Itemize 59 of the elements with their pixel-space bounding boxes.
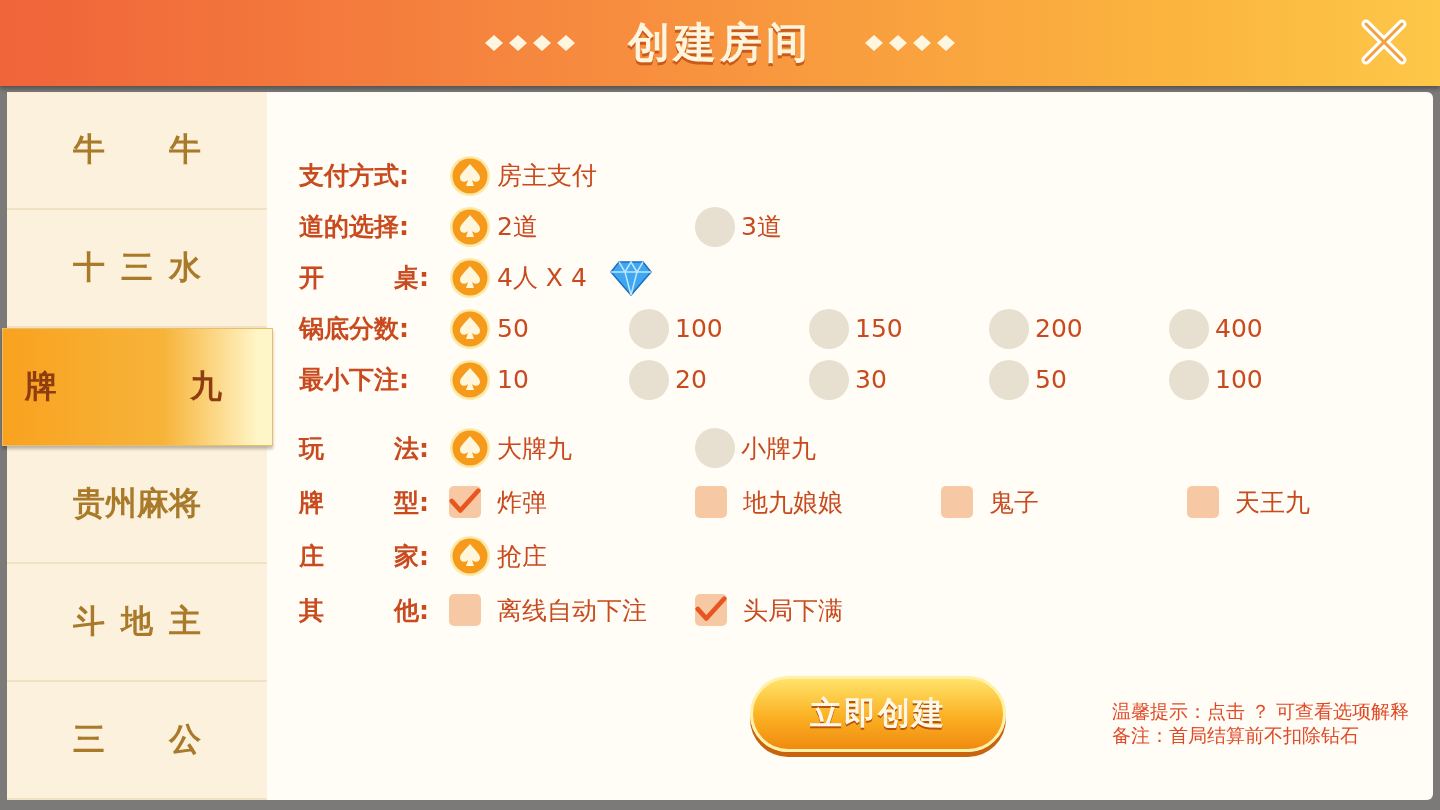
window-title: 创建房间 — [628, 17, 812, 69]
radio-button[interactable] — [629, 359, 669, 400]
option-label: 50 — [497, 314, 529, 343]
option-label: 房主支付 — [497, 160, 597, 192]
spade-radio-icon[interactable] — [449, 154, 491, 197]
setting-label: 支付方式: — [299, 160, 410, 192]
hint-text: 备注：首局结算前不扣除钻石 — [1111, 723, 1360, 748]
radio-button[interactable] — [1169, 308, 1209, 349]
setting-label: 开 桌: — [299, 262, 429, 294]
setting-label: 牌 型: — [299, 486, 429, 519]
checkbox[interactable] — [1187, 486, 1219, 518]
spade-radio-icon[interactable] — [449, 427, 491, 469]
setting-label: 其 他: — [299, 594, 429, 627]
setting-label: 玩 法: — [299, 432, 429, 465]
game-tab[interactable]: 牌 九 — [2, 328, 273, 446]
option-label: 150 — [855, 314, 903, 343]
option-label: 2道 — [497, 211, 538, 243]
option-label: 3道 — [741, 211, 782, 243]
checkbox[interactable] — [449, 594, 481, 626]
spade-radio-icon[interactable] — [449, 535, 491, 577]
hint-text: 温馨提示：点击 ？ 可查看选项解释 — [1111, 699, 1409, 724]
radio-button[interactable] — [695, 428, 735, 468]
option-label: 抢庄 — [497, 540, 547, 573]
spade-radio-icon[interactable] — [449, 256, 491, 299]
option-label: 10 — [497, 365, 529, 394]
option-label: 50 — [1035, 365, 1067, 394]
radio-button[interactable] — [809, 359, 849, 400]
setting-label: 锅底分数: — [299, 313, 410, 345]
setting-label: 道的选择: — [299, 211, 410, 243]
spade-radio-icon[interactable] — [449, 358, 491, 401]
spade-radio-icon[interactable] — [449, 307, 491, 350]
radio-button[interactable] — [989, 359, 1029, 400]
option-label: 离线自动下注 — [497, 594, 647, 627]
option-label: 400 — [1215, 314, 1263, 343]
option-label: 炸弹 — [497, 486, 547, 519]
option-label: 100 — [1215, 365, 1263, 394]
option-label: 30 — [855, 365, 887, 394]
option-label: 天王九 — [1235, 486, 1310, 519]
radio-button[interactable] — [695, 206, 735, 247]
checkbox[interactable] — [449, 486, 481, 518]
spade-radio-icon[interactable] — [449, 205, 491, 248]
checkbox[interactable] — [941, 486, 973, 518]
radio-button[interactable] — [629, 308, 669, 349]
option-label: 头局下满 — [743, 594, 843, 627]
option-label: 4人 X 4 — [497, 262, 587, 294]
option-label: 20 — [675, 365, 707, 394]
radio-button[interactable] — [1169, 359, 1209, 400]
option-label: 大牌九 — [497, 432, 572, 465]
checkbox[interactable] — [695, 486, 727, 518]
option-label: 地九娘娘 — [743, 486, 843, 519]
radio-button[interactable] — [989, 308, 1029, 349]
checkbox[interactable] — [695, 594, 727, 626]
setting-label: 庄 家: — [299, 540, 429, 573]
setting-label: 最小下注: — [299, 364, 410, 396]
option-label: 200 — [1035, 314, 1083, 343]
option-label: 小牌九 — [741, 432, 816, 465]
radio-button[interactable] — [809, 308, 849, 349]
option-label: 100 — [675, 314, 723, 343]
option-label: 鬼子 — [989, 486, 1039, 519]
